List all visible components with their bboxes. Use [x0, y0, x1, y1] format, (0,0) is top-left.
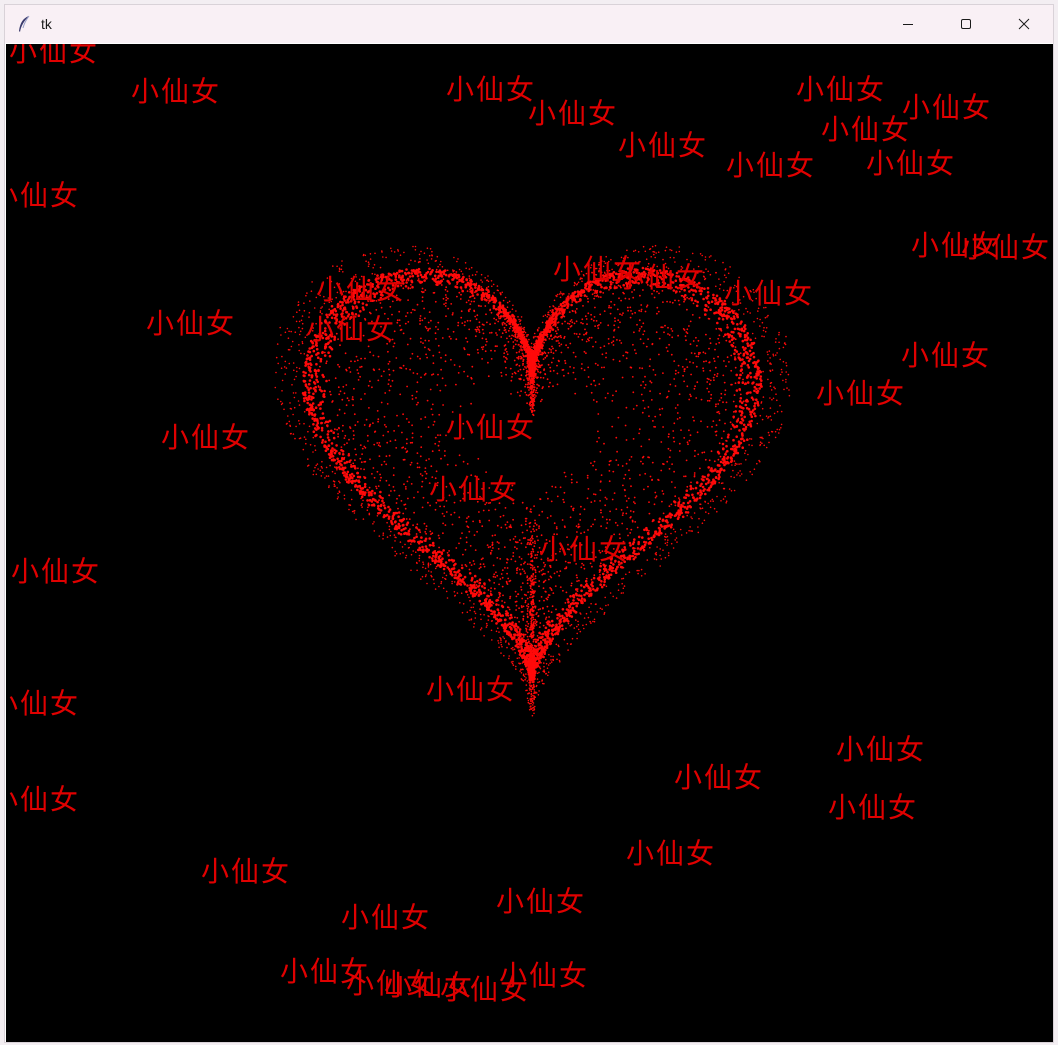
feather-icon	[15, 15, 33, 33]
floating-text: 小仙女	[316, 273, 407, 306]
floating-text: 小仙女	[528, 97, 619, 130]
minimize-icon	[903, 24, 913, 25]
floating-text: 小仙女	[446, 73, 537, 106]
floating-text: 小仙女	[961, 231, 1052, 264]
floating-text: 小仙女	[6, 179, 81, 212]
floating-text: 小仙女	[616, 261, 707, 294]
floating-text: 小仙女	[429, 473, 520, 506]
maximize-icon	[961, 19, 971, 29]
floating-text: 小仙女	[618, 129, 709, 162]
floating-text: 小仙女	[724, 277, 815, 310]
window-title: tk	[41, 16, 52, 32]
floating-text: 小仙女	[901, 339, 992, 372]
floating-text: 小仙女	[828, 791, 919, 824]
minimize-button[interactable]	[879, 5, 937, 43]
floating-text: 小仙女	[674, 761, 765, 794]
floating-text: 小仙女	[146, 307, 237, 340]
floating-text: 小仙女	[539, 533, 630, 566]
floating-text: 小仙女	[161, 421, 252, 454]
floating-text: 小仙女	[6, 687, 81, 720]
floating-text: 小仙女	[426, 673, 517, 706]
floating-text: 小仙女	[836, 733, 927, 766]
window-controls	[879, 5, 1053, 43]
floating-text: 小仙女	[341, 901, 432, 934]
floating-text: 小仙女	[816, 377, 907, 410]
floating-text: 小仙女	[6, 783, 81, 816]
tk-canvas[interactable]: 小仙女小仙女小仙女小仙女小仙女小仙女小仙女小仙女小仙女小仙女小仙女小仙女小仙女小…	[6, 44, 1053, 1042]
floating-text: 小仙女	[306, 313, 397, 346]
floating-text: 小仙女	[902, 91, 993, 124]
floating-text: 小仙女	[131, 75, 222, 108]
floating-text: 小仙女	[866, 147, 957, 180]
floating-text: 小仙女	[9, 44, 100, 68]
title-bar[interactable]: tk	[5, 5, 1053, 43]
close-icon	[1018, 18, 1030, 30]
floating-text: 小仙女	[726, 149, 817, 182]
close-button[interactable]	[995, 5, 1053, 43]
floating-text: 小仙女	[201, 855, 292, 888]
floating-text: 小仙女	[446, 411, 537, 444]
floating-text: 小仙女	[496, 885, 587, 918]
floating-text: 小仙女	[626, 837, 717, 870]
floating-text: 小仙女	[11, 555, 102, 588]
floating-text: 小仙女	[821, 113, 912, 146]
floating-text: 小仙女	[796, 73, 887, 106]
maximize-button[interactable]	[937, 5, 995, 43]
tk-window: tk 小仙女小仙女小仙女小仙女小仙女小仙女小仙女小仙女小仙女小仙女小	[4, 4, 1054, 1043]
floating-text: 小仙女	[499, 959, 590, 992]
